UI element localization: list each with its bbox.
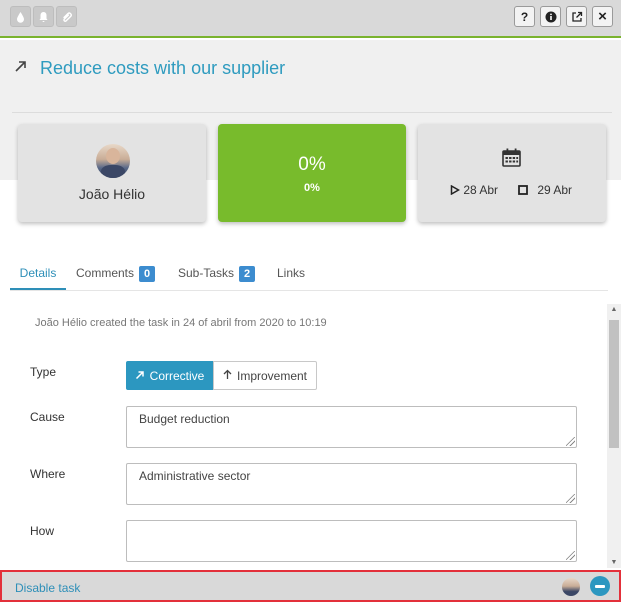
tab-sub-tasks[interactable]: Sub-Tasks 2 (178, 259, 256, 290)
task-created-info: João Hélio created the task in 24 of abr… (35, 317, 327, 329)
open-external-button[interactable] (566, 6, 587, 27)
resize-grip-icon[interactable] (566, 551, 575, 560)
footer-avatar (562, 578, 580, 596)
scroll-up-arrow-icon[interactable]: ▲ (607, 306, 621, 313)
tab-links-label: Links (277, 266, 306, 280)
close-button[interactable]: × (592, 6, 613, 27)
scroll-down-arrow-icon[interactable]: ▼ (607, 559, 621, 566)
calendar-icon (502, 148, 521, 172)
resize-grip-icon[interactable] (566, 437, 575, 446)
type-label: Type (30, 365, 57, 379)
progress-card[interactable]: 0% 0% (218, 124, 406, 222)
paperclip-icon[interactable] (56, 6, 77, 27)
header-divider (12, 112, 612, 113)
corrective-arrow-icon (14, 59, 28, 78)
cause-field[interactable]: Budget reduction (126, 406, 577, 448)
type-improvement-label: Improvement (236, 368, 308, 383)
comments-count-badge: 0 (139, 266, 156, 282)
responsible-card[interactable]: João Hélio (18, 124, 206, 222)
tab-sub-tasks-label: Sub-Tasks (178, 266, 235, 280)
how-field[interactable] (126, 520, 577, 562)
tab-details-label: Details (19, 266, 57, 280)
task-title[interactable]: Reduce costs with our supplier (40, 58, 285, 79)
tab-comments[interactable]: Comments 0 (76, 259, 156, 290)
where-label: Where (30, 467, 66, 481)
minus-circle-icon[interactable] (590, 576, 610, 596)
progress-percent-small: 0% (304, 182, 320, 194)
where-field[interactable]: Administrative sector (126, 463, 577, 505)
details-scrollbar[interactable]: ▲ ▼ (607, 304, 621, 568)
tab-links[interactable]: Links (277, 259, 305, 290)
responsible-name: João Hélio (78, 186, 146, 202)
sub-tasks-count-badge: 2 (239, 266, 256, 282)
corrective-arrow-icon (135, 369, 145, 383)
resize-grip-icon[interactable] (566, 494, 575, 503)
tabs-divider (10, 290, 608, 291)
bell-icon[interactable] (33, 6, 54, 27)
info-button[interactable] (540, 6, 561, 27)
progress-percent: 0% (298, 154, 326, 175)
tab-comments-label: Comments (76, 266, 135, 280)
start-date: 28 Abr (450, 183, 498, 197)
window-toolbar: ? × (0, 0, 621, 38)
arrow-up-icon (223, 369, 232, 383)
end-date: 29 Abr (518, 183, 572, 197)
where-value: Administrative sector (139, 469, 251, 483)
task-footer: Disable task (0, 570, 621, 602)
cause-value: Budget reduction (139, 412, 230, 426)
drop-icon[interactable] (10, 6, 31, 27)
scrollbar-thumb[interactable] (609, 320, 619, 448)
type-improvement-button[interactable]: Improvement (213, 361, 317, 390)
end-date-text: 29 Abr (537, 183, 573, 197)
type-corrective-label: Corrective (149, 368, 205, 383)
dates-card[interactable]: 28 Abr 29 Abr (418, 124, 606, 222)
stop-icon (518, 183, 531, 197)
task-tabs: Details Comments 0 Sub-Tasks 2 Links (10, 259, 610, 291)
disable-task-link[interactable]: Disable task (15, 581, 80, 595)
help-button[interactable]: ? (514, 6, 535, 27)
type-corrective-button[interactable]: Corrective (126, 361, 213, 390)
play-icon (450, 183, 463, 197)
avatar (96, 144, 130, 178)
tab-details[interactable]: Details (10, 259, 66, 290)
how-label: How (30, 524, 55, 538)
start-date-text: 28 Abr (463, 183, 499, 197)
cause-label: Cause (30, 410, 65, 424)
